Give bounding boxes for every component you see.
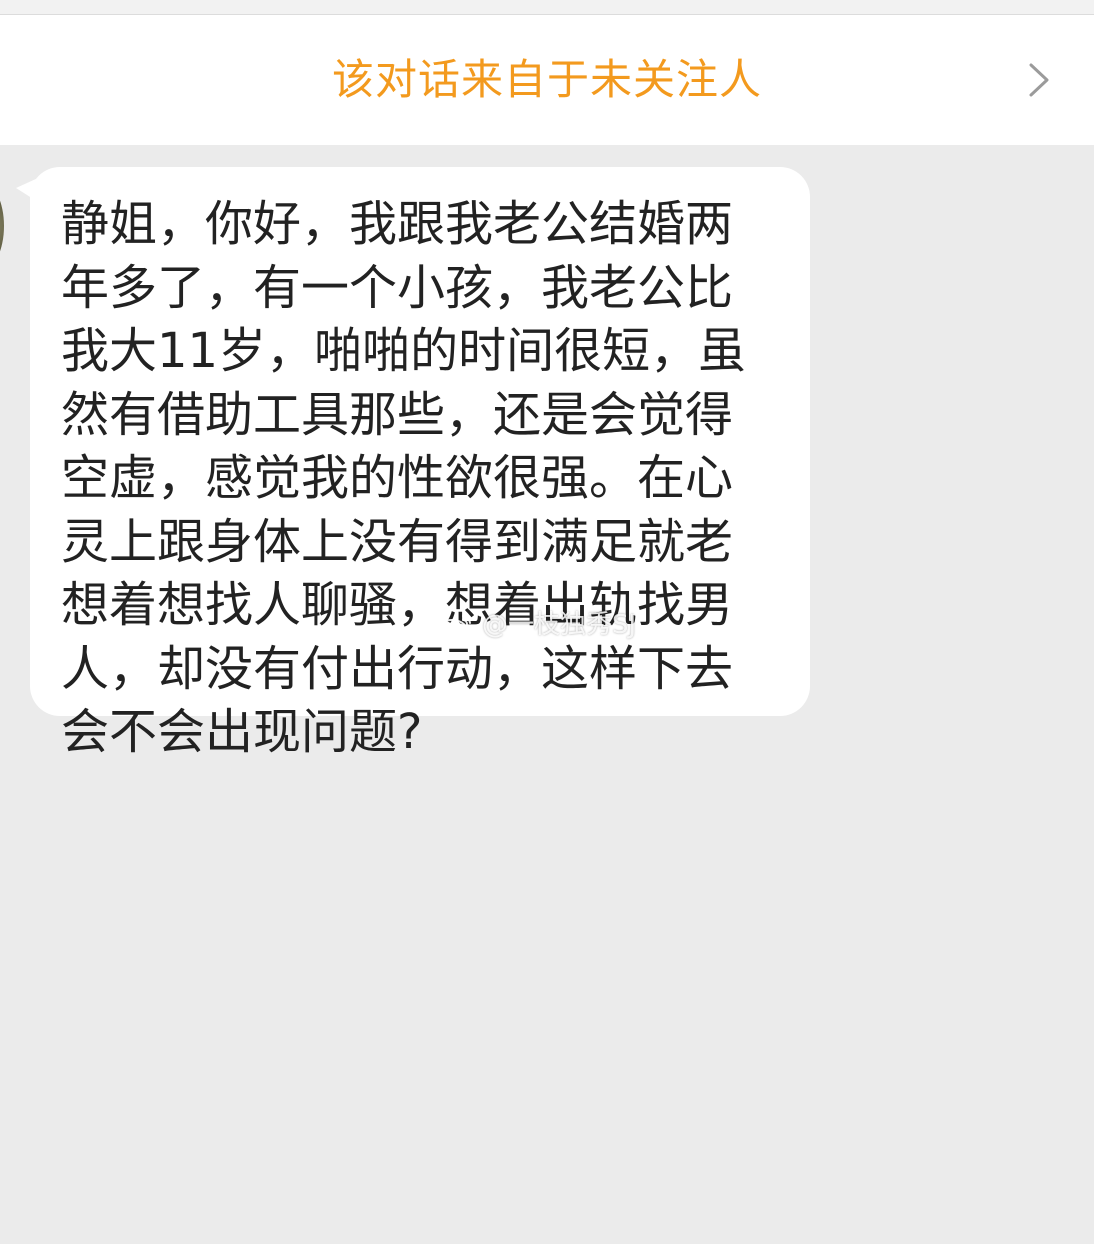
- message-text: 静姐，你好，我跟我老公结婚两年多了，有一个小孩，我老公比我大11岁，啪啪的时间很…: [61, 196, 747, 760]
- status-strip: [0, 0, 1094, 15]
- chevron-right-icon[interactable]: [1022, 63, 1056, 97]
- sender-avatar[interactable]: [0, 182, 4, 270]
- unfollowed-notice-text: 该对话来自于未关注人: [331, 55, 762, 104]
- unfollowed-notice-bar[interactable]: 该对话来自于未关注人: [0, 15, 1094, 145]
- message-bubble[interactable]: 静姐，你好，我跟我老公结婚两年多了，有一个小孩，我老公比我大11岁，啪啪的时间很…: [30, 167, 810, 760]
